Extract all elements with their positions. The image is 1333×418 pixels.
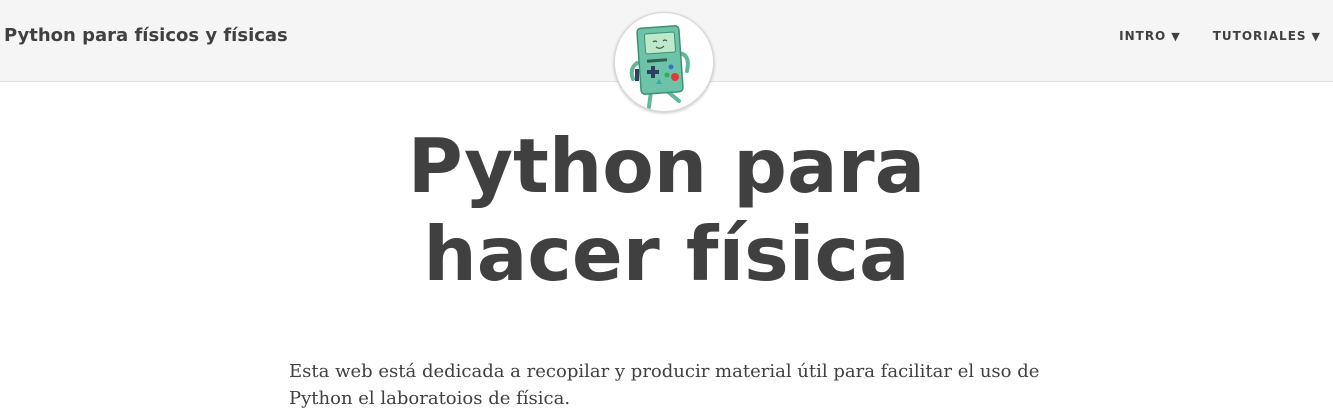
page-title-line-1: Python para bbox=[407, 122, 926, 210]
site-avatar[interactable] bbox=[614, 12, 714, 112]
page-title-line-2: hacer física bbox=[423, 210, 910, 298]
caret-down-icon: ▼ bbox=[1171, 30, 1181, 43]
nav-tutoriales-dropdown[interactable]: TUTORIALES ▼ bbox=[1213, 29, 1321, 43]
bmo-robot-icon bbox=[629, 25, 690, 109]
nav-tutoriales-label: TUTORIALES bbox=[1212, 29, 1307, 43]
intro-paragraph: Esta web está dedicada a recopilar y pro… bbox=[289, 361, 1040, 409]
site-brand-link[interactable]: Python para físicos y físicas bbox=[4, 25, 288, 46]
nav-menu: INTRO ▼ TUTORIALES ▼ bbox=[1119, 29, 1321, 43]
page-title: Python para hacer física bbox=[0, 122, 1333, 298]
nav-intro-label: INTRO bbox=[1119, 29, 1167, 43]
nav-intro-dropdown[interactable]: INTRO ▼ bbox=[1119, 29, 1181, 43]
caret-down-icon: ▼ bbox=[1311, 30, 1321, 43]
